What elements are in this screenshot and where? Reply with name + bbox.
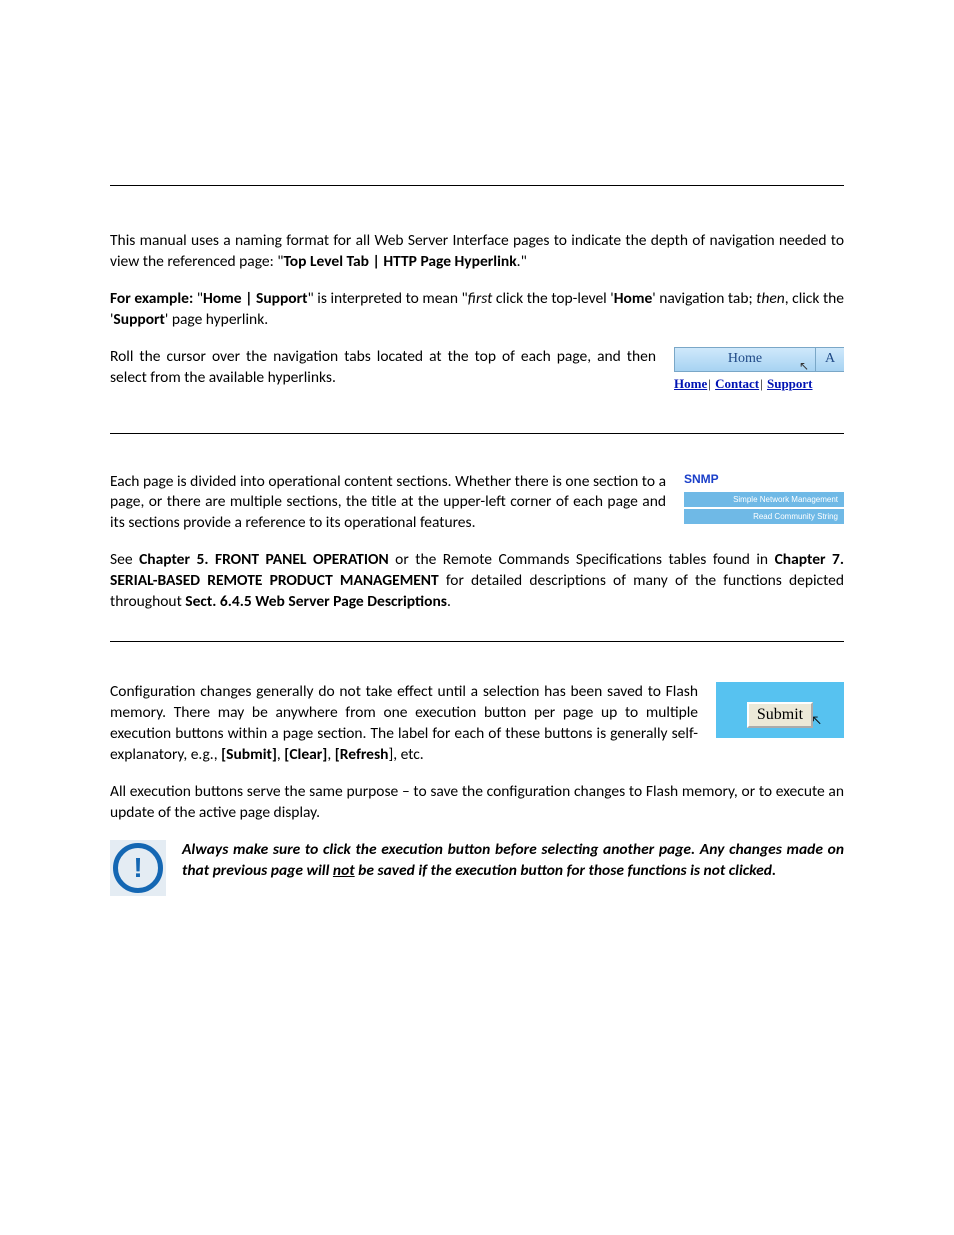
text-bold: Support xyxy=(113,310,165,329)
text-bold: Chapter 5. FRONT PANEL OPERATION xyxy=(139,550,389,569)
text: ' navigation tab; xyxy=(652,289,756,308)
snmp-row: Read Community String xyxy=(684,509,844,524)
paragraph-with-figure: SNMP Simple Network Management Read Comm… xyxy=(110,472,844,551)
figure-submit-button: Submit ↖ xyxy=(716,682,844,738)
text-bold: Home | Support xyxy=(203,289,308,308)
separator: | xyxy=(708,376,711,391)
nav-link-home: Home xyxy=(674,376,707,391)
info-warning-icon: ! xyxy=(110,840,166,896)
text-underline: not xyxy=(333,861,355,880)
separator: | xyxy=(760,376,763,391)
section-content-sections: SNMP Simple Network Management Read Comm… xyxy=(110,434,844,614)
warning-text: Always make sure to click the execution … xyxy=(182,840,844,882)
paragraph: For example: "Home | Support" is interpr… xyxy=(110,289,844,331)
text: be saved if the execution button for tho… xyxy=(355,861,776,880)
text: ], etc. xyxy=(388,745,423,764)
nav-tab-home: Home ↖ xyxy=(674,347,816,372)
nav-tab-label: A xyxy=(825,351,835,366)
paragraph: See Chapter 5. FRONT PANEL OPERATION or … xyxy=(110,550,844,613)
text-bold: Home xyxy=(614,289,653,308)
text: " xyxy=(193,289,203,308)
text-italic: then xyxy=(756,289,785,308)
submit-button-graphic: Submit xyxy=(747,702,813,728)
text-bold: Sect. 6.4.5 Web Server Page Descriptions xyxy=(185,592,447,611)
snmp-row: Simple Network Management xyxy=(684,492,844,507)
paragraph: All execution buttons serve the same pur… xyxy=(110,782,844,824)
text: " is interpreted to mean " xyxy=(308,289,468,308)
text-bold: Top Level Tab | HTTP Page Hyperlink xyxy=(283,252,516,271)
text: See xyxy=(110,550,139,569)
snmp-title: SNMP xyxy=(684,472,844,486)
nav-link-support: Support xyxy=(767,376,813,391)
nav-link-contact: Contact xyxy=(715,376,759,391)
text: ." xyxy=(517,252,527,271)
warning-callout: ! Always make sure to click the executio… xyxy=(110,840,844,896)
paragraph-with-figure: Submit ↖ Configuration changes generally… xyxy=(110,682,844,782)
figure-nav-tabs: Home ↖ A Home| Contact| Support xyxy=(674,347,844,392)
paragraph: This manual uses a naming format for all… xyxy=(110,231,844,273)
text-bold: For example: xyxy=(110,289,193,308)
document-page: This manual uses a naming format for all… xyxy=(0,185,954,976)
text-bold: [Refresh xyxy=(335,745,389,764)
paragraph-with-figure: Home ↖ A Home| Contact| Support Roll the… xyxy=(110,347,844,405)
text: . xyxy=(447,592,451,611)
cursor-arrow-icon: ↖ xyxy=(811,714,822,728)
text-bold: [Submit] xyxy=(221,745,277,764)
nav-tab-label: Home xyxy=(728,351,762,366)
nav-hyperlinks: Home| Contact| Support xyxy=(674,376,844,392)
figure-snmp-section: SNMP Simple Network Management Read Comm… xyxy=(684,472,844,526)
text: ' page hyperlink. xyxy=(165,310,268,329)
nav-tab-partial: A xyxy=(816,347,844,372)
nav-tabs-row: Home ↖ A xyxy=(674,347,844,372)
section-execution-buttons: Submit ↖ Configuration changes generally… xyxy=(110,642,844,896)
text: click the top-level ' xyxy=(492,289,613,308)
text: or the Remote Commands Specifications ta… xyxy=(389,550,775,569)
text-bold: [Clear] xyxy=(284,745,327,764)
text-italic: first xyxy=(468,289,493,308)
cursor-hand-icon: ↖ xyxy=(799,359,809,374)
section-navigation-format: This manual uses a naming format for all… xyxy=(110,186,844,405)
text: , xyxy=(327,745,334,764)
